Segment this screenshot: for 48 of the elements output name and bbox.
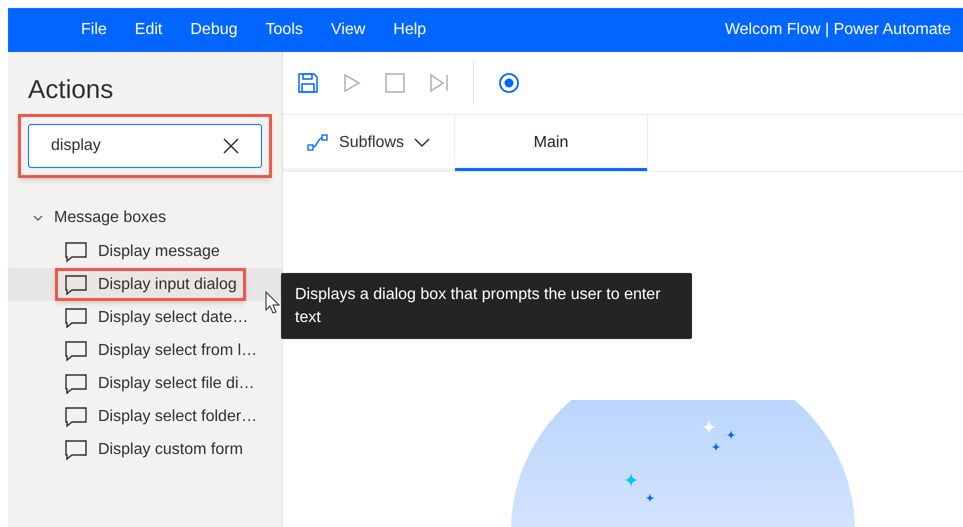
speech-bubble-icon — [64, 240, 88, 262]
action-label: Display custom form — [98, 440, 243, 460]
tooltip: Displays a dialog box that prompts the user to enter text — [281, 273, 692, 339]
action-item[interactable]: Display select date… — [64, 301, 248, 334]
speech-bubble-icon — [64, 274, 88, 296]
hovered-row[interactable]: Display input dialog — [8, 268, 282, 301]
menu-item[interactable]: Edit — [122, 18, 176, 42]
subflow-icon — [307, 134, 330, 152]
tree-row[interactable]: Display select folder… — [8, 400, 282, 433]
action-label: Display select file di… — [98, 374, 254, 394]
action-label: Display select date… — [98, 308, 248, 328]
speech-bubble-icon — [64, 406, 88, 428]
tree-group[interactable]: Message boxes — [8, 206, 282, 230]
tree-row[interactable]: Display message — [8, 235, 282, 268]
tab[interactable]: Main — [455, 115, 648, 171]
menu-item[interactable]: Debug — [177, 18, 251, 42]
chevron-down-icon — [414, 138, 430, 148]
menu-item[interactable]: Tools — [252, 18, 316, 42]
tree-row[interactable]: Display select date… — [8, 301, 282, 334]
speech-bubble-icon — [64, 438, 88, 460]
action-label: Display select from l… — [98, 340, 258, 360]
menu-item[interactable]: View — [318, 18, 378, 42]
speech-bubble-icon — [64, 340, 88, 362]
window-title: Welcom Flow | Power Automate — [724, 20, 952, 40]
menu-item[interactable]: File — [68, 18, 120, 42]
action-label: Display select folder… — [98, 406, 258, 426]
action-item[interactable]: Display custom form — [64, 433, 243, 466]
mouse-cursor-icon — [265, 291, 281, 315]
action-label: Display input dialog — [98, 274, 237, 294]
action-item[interactable]: Display message — [64, 235, 220, 268]
group-label: Message boxes — [54, 208, 166, 228]
action-item[interactable]: Display select from l… — [64, 334, 258, 367]
menu-item[interactable]: Help — [380, 18, 440, 42]
action-label: Display message — [98, 242, 220, 262]
tree-row[interactable]: Display custom form — [8, 433, 282, 466]
action-item[interactable]: Display select file di… — [64, 367, 254, 400]
action-item[interactable]: Display select folder… — [64, 400, 258, 433]
speech-bubble-icon — [64, 372, 88, 394]
clear-icon[interactable] — [223, 138, 239, 154]
highlight-frame[interactable]: Display input dialog — [55, 268, 246, 301]
speech-bubble-icon — [64, 306, 88, 328]
tree-row[interactable]: Display select from l… — [8, 334, 282, 367]
subflows-dropdown[interactable]: Subflows — [283, 115, 455, 171]
record-icon[interactable] — [498, 72, 520, 94]
tree-row[interactable]: Display select file di… — [8, 367, 282, 400]
search-field[interactable]: display — [28, 124, 262, 168]
save-icon[interactable] — [297, 72, 319, 94]
panel-title: Actions — [27, 73, 114, 106]
